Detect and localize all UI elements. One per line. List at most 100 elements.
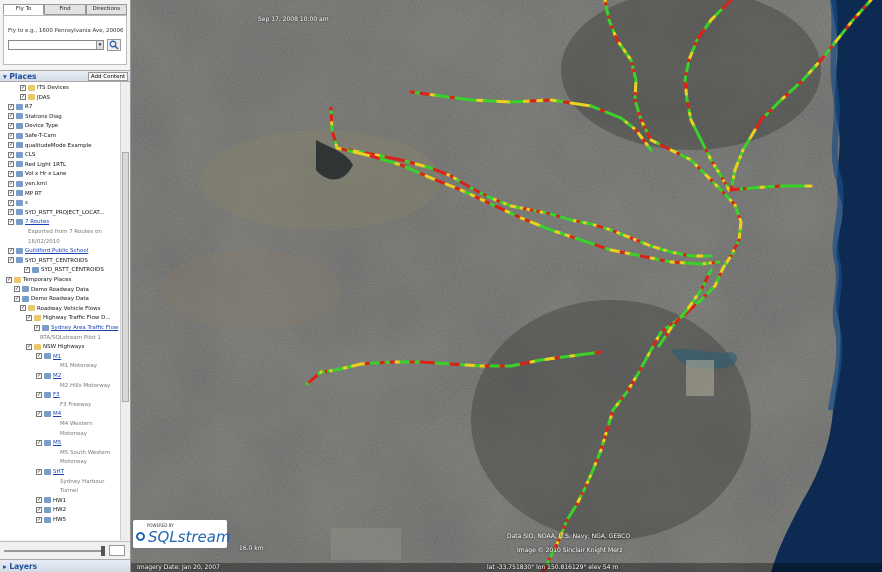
search-button[interactable]: [107, 39, 121, 51]
checkbox[interactable]: ✓: [20, 94, 26, 101]
checkbox[interactable]: ✓: [36, 439, 42, 446]
tree-item[interactable]: ✓ Roadway Vehicle Flows: [20, 305, 101, 314]
tree-item[interactable]: ✓ yen.kml: [8, 180, 47, 189]
checkbox[interactable]: ✓: [8, 132, 14, 139]
checkbox[interactable]: ✓: [8, 199, 14, 206]
tree-item[interactable]: ✓ Device Type: [8, 122, 58, 131]
tree-item[interactable]: ✓ HW5: [36, 516, 66, 525]
checkbox[interactable]: ✓: [36, 353, 42, 360]
checkbox[interactable]: ✓: [14, 286, 20, 293]
checkbox[interactable]: ✓: [34, 324, 40, 331]
layer-icon: [44, 506, 51, 513]
tree-item: 16/02/2010: [28, 238, 60, 247]
checkbox[interactable]: ✓: [8, 257, 14, 264]
view-button[interactable]: [109, 545, 125, 556]
layer-icon: [44, 410, 51, 417]
tree-item[interactable]: ✓ HW1: [36, 497, 66, 506]
tree-item[interactable]: ✓ HW2: [36, 506, 66, 515]
search-input[interactable]: [8, 40, 104, 50]
map-view[interactable]: Sep 17, 2008 10:00 am 16.0 km Data SIO, …: [131, 0, 882, 572]
tree-item[interactable]: ✓ M2: [36, 372, 61, 381]
tab-directions[interactable]: Directions: [85, 4, 127, 15]
checkbox[interactable]: ✓: [36, 506, 42, 513]
tree-item-label: s: [25, 200, 28, 207]
checkbox[interactable]: ✓: [8, 218, 14, 225]
tree-item[interactable]: ✓ Highway Traffic Flow D...: [26, 314, 111, 323]
checkbox[interactable]: ✓: [8, 161, 14, 168]
tree-item[interactable]: ✓ SHT: [36, 468, 64, 477]
tree-item-label: M5 South Western: [60, 449, 111, 456]
checkbox[interactable]: ✓: [8, 122, 14, 129]
add-content-button[interactable]: Add Content: [88, 72, 128, 81]
tree-item[interactable]: ✓ Vol x Hr x Lane: [8, 170, 66, 179]
tree-item-label: qualitudeMode Example: [25, 142, 92, 149]
places-header[interactable]: ▾ Places Add Content: [0, 70, 130, 82]
checkbox[interactable]: ✓: [8, 113, 14, 120]
checkbox[interactable]: ✓: [36, 410, 42, 417]
tree-item[interactable]: ✓ Red Light 1RTL: [8, 161, 66, 170]
traffic-flow-overlay: [305, 0, 873, 572]
tab-find-businesses[interactable]: Find Businesses: [44, 4, 86, 21]
checkbox[interactable]: ✓: [8, 180, 14, 187]
checkbox[interactable]: ✓: [36, 372, 42, 379]
tree-item-label: M2: [53, 373, 62, 379]
tree-item[interactable]: ✓ M1: [36, 353, 61, 362]
tree-item[interactable]: ✓ s: [8, 199, 28, 208]
tree-item: Motorway: [60, 430, 87, 439]
opacity-slider-thumb[interactable]: [101, 546, 105, 556]
tree-item-label: Sydney Area Traffic Flow: [51, 325, 119, 331]
tree-item[interactable]: ✓ SYD_RSTT_CENTROIDS: [24, 266, 104, 275]
tree-item[interactable]: ✓ qualitudeMode Example: [8, 142, 92, 151]
tree-item[interactable]: ✓ ITS Devices: [20, 84, 69, 93]
checkbox[interactable]: ✓: [20, 305, 26, 312]
checkbox[interactable]: ✓: [36, 497, 42, 504]
tree-item[interactable]: ✓ 7 Routes: [8, 218, 49, 227]
scrollbar-thumb[interactable]: [122, 152, 129, 402]
tree-item[interactable]: ✓ Stations Diag: [8, 113, 62, 122]
checkbox[interactable]: ✓: [26, 343, 32, 350]
tree-item[interactable]: ✓ SYD_RSTT_PROJECT_LOCAT...: [8, 209, 104, 218]
tree-item[interactable]: ✓ JDAS: [20, 94, 50, 103]
search-dropdown-icon[interactable]: ▾: [96, 41, 103, 49]
checkbox[interactable]: ✓: [36, 516, 42, 523]
tree-item[interactable]: ✓ Sydney Area Traffic Flow: [34, 324, 118, 333]
tree-item[interactable]: ✓ F3: [36, 391, 60, 400]
opacity-slider[interactable]: [4, 550, 104, 552]
tree-item[interactable]: ✓ SYD_RSTT_CENTROIDS: [8, 257, 88, 266]
checkbox[interactable]: ✓: [8, 170, 14, 177]
tree-item-label: Guildford Public School: [25, 248, 89, 255]
tree-item[interactable]: ✓ MP RT: [8, 190, 42, 199]
checkbox[interactable]: ✓: [8, 247, 14, 254]
tab-fly-to[interactable]: Fly To: [3, 4, 45, 15]
checkbox[interactable]: ✓: [8, 142, 14, 149]
checkbox[interactable]: ✓: [20, 84, 26, 91]
checkbox[interactable]: ✓: [8, 190, 14, 197]
tree-item: Tunnel: [60, 487, 78, 496]
tree-item[interactable]: ✓ M5: [36, 439, 61, 448]
sidebar-panel: Fly To Find Businesses Directions Fly to…: [0, 0, 131, 572]
logo-mark-icon: [136, 532, 145, 541]
checkbox[interactable]: ✓: [6, 276, 12, 283]
checkbox[interactable]: ✓: [36, 391, 42, 398]
tree-item[interactable]: ✓ Temporary Places: [6, 276, 71, 285]
places-scrollbar[interactable]: [120, 82, 130, 540]
tree-item[interactable]: ✓ NSW Highways: [26, 343, 84, 352]
checkbox[interactable]: ✓: [8, 209, 14, 216]
checkbox[interactable]: ✓: [26, 314, 32, 321]
tree-item[interactable]: ✓ Safe-T-Cam: [8, 132, 56, 141]
checkbox[interactable]: ✓: [14, 295, 20, 302]
tree-item[interactable]: ✓ Demo Roadway Data: [14, 295, 89, 304]
checkbox[interactable]: ✓: [36, 468, 42, 475]
tree-item-label: SYD_RSTT_CENTROIDS: [25, 257, 88, 264]
checkbox[interactable]: ✓: [24, 266, 30, 273]
tree-item[interactable]: ✓ R7: [8, 103, 32, 112]
tree-item-label: HW1: [53, 497, 67, 504]
tree-item[interactable]: ✓ CLS: [8, 151, 35, 160]
checkbox[interactable]: ✓: [8, 103, 14, 110]
layers-header[interactable]: ▸ Layers: [0, 559, 130, 572]
tree-item[interactable]: ✓ Guildford Public School: [8, 247, 88, 256]
tree-item[interactable]: ✓ Demo Roadway Data: [14, 286, 89, 295]
imagery-date: Imagery Date: Jan 20, 2007: [137, 564, 220, 571]
checkbox[interactable]: ✓: [8, 151, 14, 158]
tree-item[interactable]: ✓ M4: [36, 410, 61, 419]
